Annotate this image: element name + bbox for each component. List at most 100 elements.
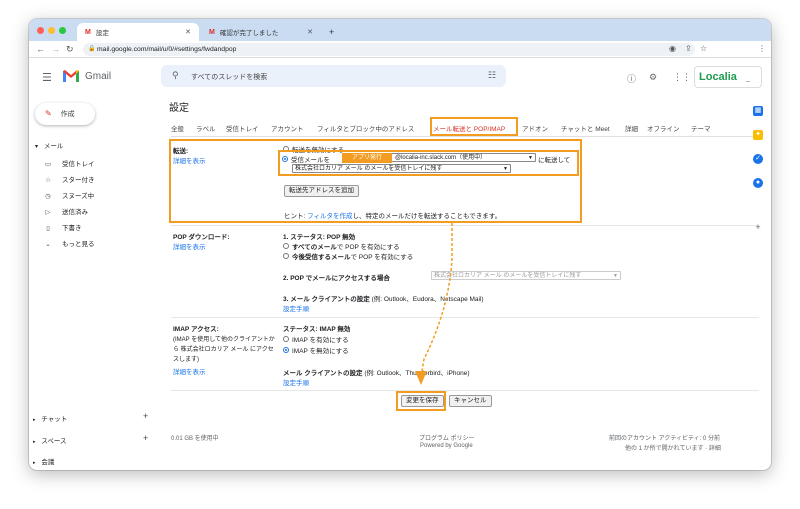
pop-access-label: 2. POP でメールにアクセスする場合 xyxy=(283,275,390,282)
browser-tab-settings[interactable]: M 設定 ✕ xyxy=(77,23,199,41)
mail-section-header[interactable]: ▾ メール xyxy=(35,140,63,150)
chevron-right-icon: ▸ xyxy=(33,460,36,466)
close-tab-icon[interactable]: ✕ xyxy=(185,28,191,36)
radio-imap-disable[interactable] xyxy=(283,347,289,354)
tasks-icon[interactable]: ✓ xyxy=(753,154,763,164)
tab-inbox[interactable]: 受信トレイ xyxy=(226,123,259,133)
annotation-arrow xyxy=(415,223,453,385)
right-side-panel: ▦ ✦ ✓ ● + xyxy=(747,96,771,470)
other-sessions-link[interactable]: 他の 1 か所で開かれています · 詳細 xyxy=(625,443,721,452)
tab-themes[interactable]: テーマ xyxy=(691,123,711,133)
forwarding-label: 転送: xyxy=(173,148,189,155)
sidebar-item-sent[interactable]: ▷ 送信済み xyxy=(29,206,149,220)
more-menu-icon[interactable]: ⋮ xyxy=(758,44,766,53)
tab-labels[interactable]: ラベル xyxy=(196,123,216,133)
active-tab-highlight xyxy=(430,117,518,136)
imap-setup-link[interactable]: 設定手順 xyxy=(283,377,309,387)
tab-chat-meet[interactable]: チャットと Meet xyxy=(561,123,610,133)
imap-disable-option[interactable]: IMAP を無効にする xyxy=(283,345,349,355)
tab-accounts[interactable]: アカウント xyxy=(271,123,304,133)
pop-new-option[interactable]: 今後受信するメールで POP を有効にする xyxy=(283,251,413,261)
tabs-divider xyxy=(171,136,759,137)
add-chat-icon[interactable]: + xyxy=(143,411,148,421)
contacts-icon[interactable]: ● xyxy=(753,178,763,188)
chevron-down-icon: ▾ xyxy=(35,144,39,150)
tab-filters[interactable]: フィルタとブロック中のアドレス xyxy=(317,123,414,133)
create-filter-link[interactable]: フィルタを作成 xyxy=(307,213,352,220)
minimize-window-button[interactable] xyxy=(48,27,55,34)
pop-all-option[interactable]: すべてのメールで POP を有効にする xyxy=(283,241,400,251)
chevron-right-icon: ▸ xyxy=(33,439,36,445)
settings-title: 設定 xyxy=(169,103,189,114)
back-arrow-icon[interactable]: ← xyxy=(36,44,45,54)
cancel-button[interactable]: キャンセル xyxy=(449,395,492,407)
pop-details-link[interactable]: 詳細を表示 xyxy=(173,241,206,251)
help-icon[interactable]: ⓘ xyxy=(627,72,636,85)
browser-tab-confirm[interactable]: M 確認が完了しました ✕ xyxy=(201,23,321,41)
search-options-icon[interactable]: ☷ xyxy=(488,70,496,81)
gmail-logo-icon[interactable] xyxy=(62,69,80,83)
mail-search-bar[interactable]: ⚲ すべてのスレッドを検索 ☷ xyxy=(161,65,506,87)
last-activity: 前回のアカウント アクティビティ: 0 分前 xyxy=(609,436,720,442)
send-icon: ▷ xyxy=(45,209,51,216)
inbox-icon: ▭ xyxy=(44,161,52,168)
eye-icon[interactable]: ◉ xyxy=(669,44,676,53)
add-addon-icon[interactable]: + xyxy=(753,222,763,232)
new-tab-button[interactable]: + xyxy=(325,23,341,41)
tab-addons[interactable]: アドオン xyxy=(522,123,548,133)
chevron-down-icon: ▼ xyxy=(528,155,533,161)
sidebar-item-drafts[interactable]: ▯ 下書き xyxy=(29,222,149,236)
add-forward-address-button[interactable]: 転送先アドレスを追加 xyxy=(284,185,359,197)
radio-imap-enable[interactable] xyxy=(283,336,289,343)
sidebar-item-more[interactable]: ⌄ もっと見る xyxy=(29,238,149,252)
search-icon[interactable]: ⚲ xyxy=(172,70,179,81)
save-changes-button[interactable]: 変更を保存 xyxy=(401,395,444,407)
tab-title: 設定 xyxy=(95,30,109,37)
pop-access-select[interactable]: 株式会社ロカリア メール のメールを受信トレイに残す ▼ xyxy=(431,271,621,280)
gear-icon[interactable]: ⚙ xyxy=(649,72,657,83)
pop-setup-link[interactable]: 設定手順 xyxy=(283,303,309,313)
imap-label: IMAP アクセス: xyxy=(173,326,219,333)
forward-arrow-icon[interactable]: → xyxy=(51,44,60,54)
share-icon[interactable]: ⇪ xyxy=(685,44,692,53)
keep-option-select[interactable]: 株式会社ロカリア メール のメールを受信トレイに残す ▼ xyxy=(292,164,511,173)
compose-button[interactable]: ✎ 作成 xyxy=(35,103,95,125)
pop-status: 1. ステータス: POP 無効 xyxy=(283,234,356,241)
add-space-icon[interactable]: + xyxy=(143,433,148,443)
calendar-icon[interactable]: ▦ xyxy=(753,106,763,116)
tab-advanced[interactable]: 詳細 xyxy=(625,123,638,133)
program-policy-link[interactable]: プログラム ポリシー xyxy=(419,433,475,442)
address-bar[interactable]: 🔒 mail.google.com/mail/u/0/#settings/fwd… xyxy=(83,43,695,56)
imap-enable-option[interactable]: IMAP を有効にする xyxy=(283,334,349,344)
sidebar-meet-section[interactable]: ▸ 会議 xyxy=(33,456,54,466)
radio-forwarding-enable[interactable] xyxy=(282,156,288,163)
tab-general[interactable]: 全般 xyxy=(171,123,184,133)
sidebar-item-starred[interactable]: ☆ スター付き xyxy=(29,174,149,188)
radio-pop-new[interactable] xyxy=(283,253,289,260)
sidebar-spaces-section[interactable]: ▸ スペース + xyxy=(33,433,148,445)
sidebar-item-snoozed[interactable]: ◷ スヌーズ中 xyxy=(29,190,149,204)
pop-label: POP ダウンロード: xyxy=(173,234,230,241)
apps-grid-icon[interactable]: ⋮⋮ xyxy=(673,72,691,83)
maximize-window-button[interactable] xyxy=(59,27,66,34)
sidebar-chat-section[interactable]: ▸ チャット + xyxy=(33,411,148,423)
bookmark-star-icon[interactable]: ☆ xyxy=(700,44,707,53)
row-divider xyxy=(171,317,759,318)
close-tab-icon[interactable]: ✕ xyxy=(307,28,313,36)
forwarding-details-link[interactable]: 詳細を表示 xyxy=(173,155,206,165)
keep-icon[interactable]: ✦ xyxy=(753,130,763,140)
row-divider xyxy=(171,225,759,226)
storage-usage: 0.01 GB を使用中 xyxy=(171,436,219,442)
reload-icon[interactable]: ↻ xyxy=(66,44,74,54)
close-window-button[interactable] xyxy=(37,27,44,34)
tab-offline[interactable]: オフライン xyxy=(647,123,680,133)
sidebar-item-inbox[interactable]: ▭ 受信トレイ xyxy=(29,158,149,172)
row-divider xyxy=(171,390,759,391)
radio-pop-all[interactable] xyxy=(283,243,289,250)
account-brand-logo[interactable]: Localia _ xyxy=(694,66,762,88)
imap-description-line2: ら 株式会社ロカリア メール にアクセ xyxy=(173,347,274,353)
search-input[interactable]: すべてのスレッドを検索 xyxy=(191,72,267,82)
hamburger-menu-icon[interactable]: ☰ xyxy=(42,71,52,84)
forwarding-enable-option[interactable]: 受信メールを xyxy=(282,154,330,164)
imap-details-link[interactable]: 詳細を表示 xyxy=(173,366,206,376)
